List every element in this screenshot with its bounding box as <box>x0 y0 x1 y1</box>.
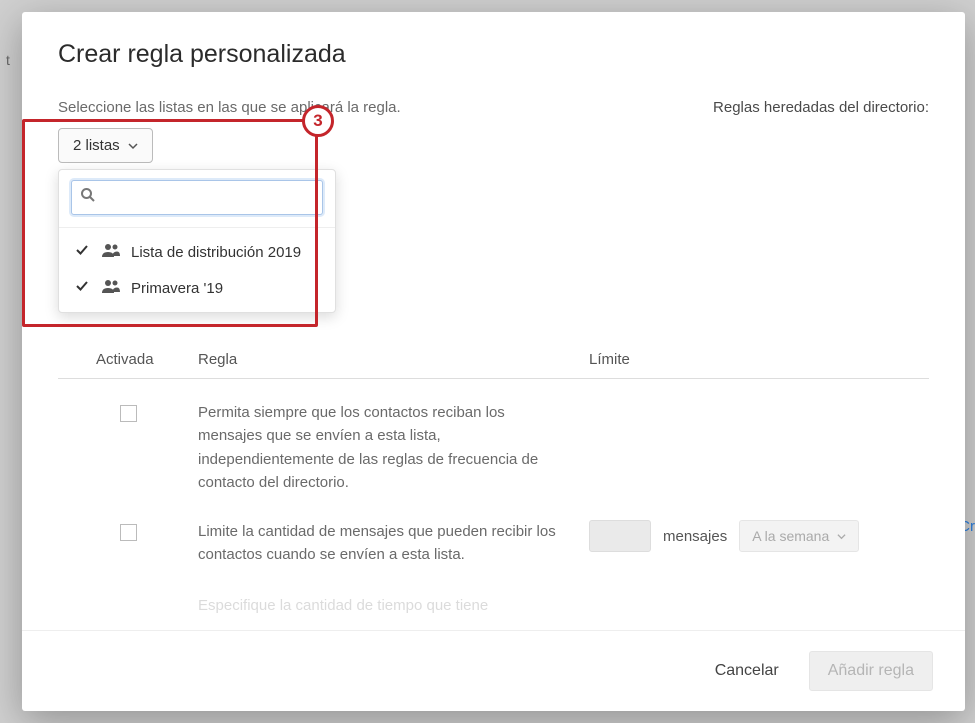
limit-unit-label: mensajes <box>663 528 727 545</box>
dropdown-item[interactable]: Primavera '19 <box>59 270 335 306</box>
modal-body: Seleccione las listas en las que se apli… <box>22 89 965 630</box>
create-rule-modal: Crear regla personalizada Seleccione las… <box>22 12 965 711</box>
rule-description-truncated: Especifique la cantidad de tiempo que ti… <box>198 589 589 614</box>
rules-section: Activada Regla Límite Permita siempre qu… <box>58 351 929 630</box>
column-header-rule: Regla <box>198 351 589 368</box>
people-icon <box>101 242 121 262</box>
add-rule-button[interactable]: Añadir regla <box>809 651 933 691</box>
dropdown-item-label: Primavera '19 <box>131 280 223 297</box>
table-row: Permita siempre que los contactos reciba… <box>58 379 929 516</box>
period-select[interactable]: A la semana <box>739 520 859 552</box>
check-icon <box>75 279 91 297</box>
dropdown-item-label: Lista de distribución 2019 <box>131 244 301 261</box>
chevron-down-icon <box>128 141 138 151</box>
column-header-limit: Límite <box>589 351 929 368</box>
table-row: Limite la cantidad de mensajes que puede… <box>58 516 929 589</box>
dropdown-item[interactable]: Lista de distribución 2019 <box>59 234 335 270</box>
modal-title: Crear regla personalizada <box>58 40 929 69</box>
modal-header: Crear regla personalizada <box>22 12 965 89</box>
period-select-label: A la semana <box>752 528 829 544</box>
enable-rule-checkbox[interactable] <box>120 405 137 422</box>
dropdown-search-input[interactable] <box>102 189 314 206</box>
enable-rule-checkbox[interactable] <box>120 524 137 541</box>
inherited-rules-label: Reglas heredadas del directorio: <box>713 99 929 116</box>
lists-dropdown-panel: Lista de distribución 2019 Primavera '19 <box>58 169 336 313</box>
rule-description: Limite la cantidad de mensajes que puede… <box>198 520 568 567</box>
chevron-down-icon <box>837 528 846 544</box>
background-text: t <box>6 52 10 68</box>
dropdown-label: 2 listas <box>73 137 120 154</box>
rules-table-header: Activada Regla Límite <box>58 351 929 379</box>
divider <box>59 227 335 228</box>
column-header-enabled: Activada <box>58 351 198 368</box>
people-icon <box>101 278 121 298</box>
table-row: Especifique la cantidad de tiempo que ti… <box>58 589 929 631</box>
search-icon <box>80 187 96 208</box>
modal-footer: Cancelar Añadir regla <box>22 630 965 711</box>
message-count-input[interactable] <box>589 520 651 552</box>
rule-description: Permita siempre que los contactos reciba… <box>198 401 568 494</box>
check-icon <box>75 243 91 261</box>
cancel-button[interactable]: Cancelar <box>705 654 789 688</box>
instruction-text: Seleccione las listas en las que se apli… <box>58 99 401 116</box>
dropdown-search[interactable] <box>71 180 323 215</box>
lists-dropdown-button[interactable]: 2 listas <box>58 128 153 163</box>
